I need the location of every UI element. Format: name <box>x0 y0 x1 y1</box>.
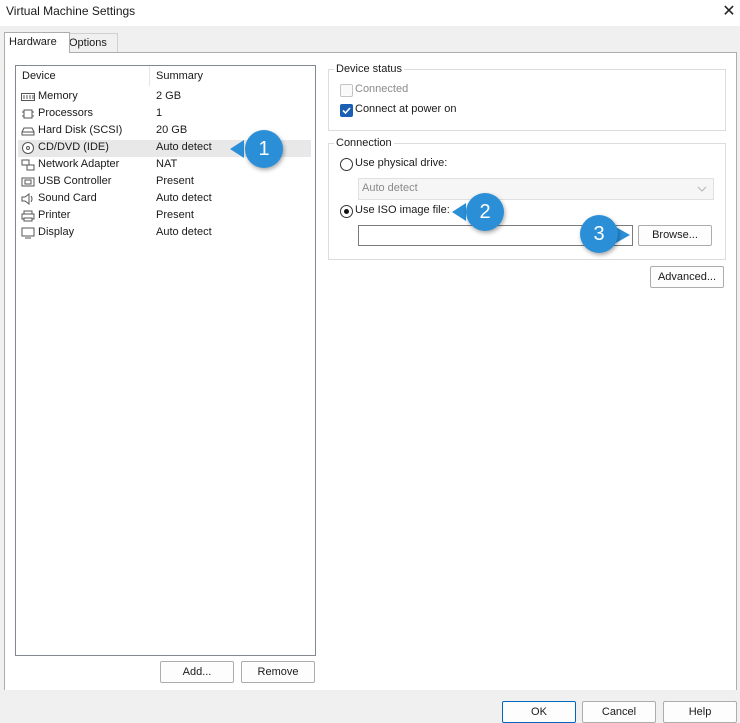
ok-button[interactable]: OK <box>502 701 576 723</box>
help-button[interactable]: Help <box>663 701 737 723</box>
browse-button[interactable]: Browse... <box>638 225 712 246</box>
callout-pointer <box>452 203 466 221</box>
remove-button[interactable]: Remove <box>241 661 315 683</box>
physical-drive-dropdown[interactable]: Auto detect <box>358 178 714 200</box>
tab-options[interactable]: Options <box>64 33 118 52</box>
device-label: Memory <box>38 90 78 102</box>
connection-title: Connection <box>334 137 394 149</box>
device-summary: Auto detect <box>156 141 212 153</box>
device-label: Processors <box>38 107 94 119</box>
tab-hardware[interactable]: Hardware <box>4 32 70 53</box>
device-label: Hard Disk (SCSI) <box>38 124 123 136</box>
physical-drive-radio[interactable] <box>340 158 353 171</box>
chevron-down-icon <box>697 186 707 192</box>
window-title: Virtual Machine Settings <box>6 4 136 18</box>
memory-icon <box>21 93 35 101</box>
device-summary: 1 <box>156 107 163 119</box>
device-summary: Present <box>156 209 194 221</box>
processor-icon <box>22 109 34 119</box>
column-header-device[interactable]: Device <box>22 70 56 82</box>
checkmark-icon <box>342 107 351 115</box>
device-row-sound-card[interactable]: Sound Card Auto detect <box>18 191 311 208</box>
device-label: Network Adapter <box>38 158 120 170</box>
callout-badge-2: 2 <box>466 193 504 231</box>
connected-label: Connected <box>355 83 409 95</box>
close-icon[interactable]: ✕ <box>718 1 740 23</box>
hard-disk-icon <box>21 127 35 136</box>
device-summary: Present <box>156 175 194 187</box>
network-adapter-icon <box>21 159 35 171</box>
device-summary: 20 GB <box>156 124 188 136</box>
connect-at-power-on-checkbox[interactable] <box>340 104 353 117</box>
device-row-usb-controller[interactable]: USB Controller Present <box>18 174 311 191</box>
device-row-memory[interactable]: Memory 2 GB <box>18 89 311 106</box>
device-label: Sound Card <box>38 192 97 204</box>
advanced-button[interactable]: Advanced... <box>650 266 724 288</box>
usb-icon <box>21 177 35 187</box>
radio-selected-dot <box>344 209 349 214</box>
title-bar: Virtual Machine Settings ✕ <box>0 0 740 26</box>
connect-at-power-on-label: Connect at power on <box>355 103 457 115</box>
cancel-button[interactable]: Cancel <box>582 701 656 723</box>
iso-image-radio[interactable] <box>340 205 353 218</box>
device-label: Display <box>38 226 75 238</box>
device-status-group <box>328 69 726 131</box>
device-summary: Auto detect <box>156 226 212 238</box>
physical-drive-value: Auto detect <box>362 182 418 194</box>
callout-pointer <box>230 140 244 158</box>
device-summary: Auto detect <box>156 192 212 204</box>
device-status-title: Device status <box>334 63 405 75</box>
sound-card-icon <box>21 193 33 205</box>
device-label: CD/DVD (IDE) <box>38 141 109 153</box>
device-row-processors[interactable]: Processors 1 <box>18 106 311 123</box>
callout-badge-1: 1 <box>245 130 283 168</box>
connected-checkbox[interactable] <box>340 84 353 97</box>
printer-icon <box>21 210 35 222</box>
device-row-display[interactable]: Display Auto detect <box>18 225 311 242</box>
device-summary: NAT <box>156 158 178 170</box>
device-row-printer[interactable]: Printer Present <box>18 208 311 225</box>
device-summary: 2 GB <box>156 90 182 102</box>
cd-dvd-icon <box>22 142 34 154</box>
device-label: Printer <box>38 209 71 221</box>
column-header-summary[interactable]: Summary <box>156 70 203 82</box>
add-button[interactable]: Add... <box>160 661 234 683</box>
display-icon <box>21 227 35 239</box>
iso-image-label: Use ISO image file: <box>355 204 450 216</box>
physical-drive-label: Use physical drive: <box>355 157 448 169</box>
column-divider[interactable] <box>149 66 150 86</box>
device-label: USB Controller <box>38 175 112 187</box>
callout-badge-3: 3 <box>580 215 618 253</box>
